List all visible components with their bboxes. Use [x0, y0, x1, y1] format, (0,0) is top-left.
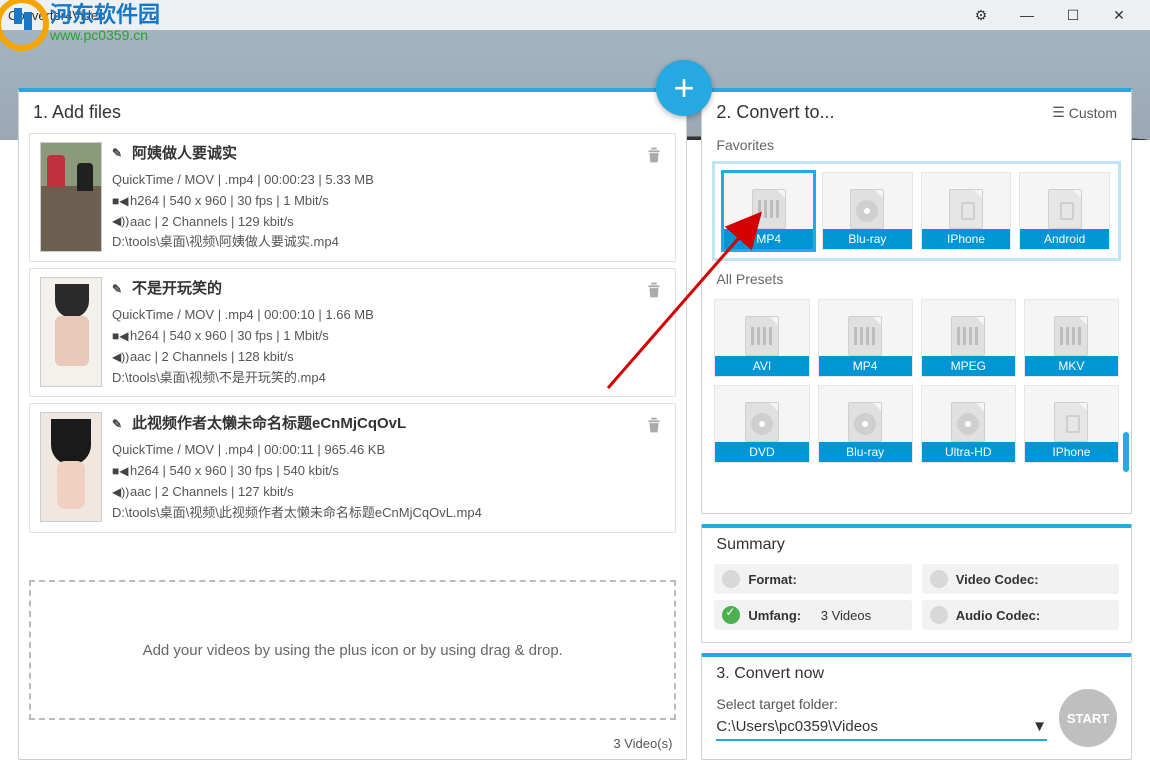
video-thumbnail	[40, 277, 102, 387]
edit-icon[interactable]: ✎	[112, 144, 126, 163]
settings-button[interactable]: ⚙	[958, 0, 1004, 30]
audio-icon: ◀))	[112, 348, 126, 367]
disc-icon	[848, 402, 882, 442]
video-icon: ■◀	[112, 327, 126, 346]
disc-icon	[951, 402, 985, 442]
custom-preset-button[interactable]: ☰Custom	[1052, 104, 1117, 121]
preset-android[interactable]: Android	[1019, 172, 1110, 250]
file-icon	[848, 316, 882, 356]
file-meta: QuickTime / MOV | .mp4 | 00:00:10 | 1.66…	[112, 305, 665, 326]
phone-icon	[1054, 402, 1088, 442]
file-audio: aac | 2 Channels | 129 kbit/s	[130, 212, 294, 233]
chevron-down-icon: ▼	[1032, 718, 1047, 735]
file-audio: aac | 2 Channels | 128 kbit/s	[130, 347, 294, 368]
preset-bluray[interactable]: Blu-ray	[818, 385, 913, 463]
maximize-button[interactable]: ☐	[1050, 0, 1096, 30]
summary-vcodec: Video Codec:	[922, 564, 1119, 594]
preset-mp4[interactable]: MP4	[818, 299, 913, 377]
file-path: D:\tools\桌面\视频\不是开玩笑的.mp4	[112, 368, 665, 389]
file-video: h264 | 540 x 960 | 30 fps | 1 Mbit/s	[130, 191, 329, 212]
phone-icon	[1048, 189, 1082, 229]
edit-icon[interactable]: ✎	[112, 415, 126, 434]
audio-icon: ◀))	[112, 212, 126, 231]
favorites-label: Favorites	[702, 133, 1131, 161]
list-icon: ☰	[1052, 104, 1065, 121]
window-title: Converter4Video	[8, 8, 958, 23]
file-video: h264 | 540 x 960 | 30 fps | 1 Mbit/s	[130, 326, 329, 347]
target-folder-label: Select target folder:	[716, 696, 1047, 712]
file-path: D:\tools\桌面\视频\此视频作者太懒未命名标题eCnMjCqOvL.mp…	[112, 503, 665, 524]
preset-iphone[interactable]: IPhone	[1024, 385, 1119, 463]
all-presets-grid: AVI MP4 MPEG MKV DVD Blu-ray Ultra-HD IP…	[702, 295, 1131, 473]
convert-now-panel: 3. Convert now Select target folder: C:\…	[701, 653, 1132, 760]
convert-to-panel: 2. Convert to... ☰Custom Favorites MP4 B…	[701, 88, 1132, 514]
delete-button[interactable]	[643, 414, 665, 436]
video-thumbnail	[40, 412, 102, 522]
minimize-button[interactable]: —	[1004, 0, 1050, 30]
preset-mpeg[interactable]: MPEG	[921, 299, 1016, 377]
video-icon: ■◀	[112, 192, 126, 211]
scrollbar[interactable]	[1123, 432, 1129, 472]
file-list: ✎ 阿姨做人要诚实 QuickTime / MOV | .mp4 | 00:00:…	[19, 133, 686, 572]
edit-icon[interactable]: ✎	[112, 280, 126, 299]
file-meta: QuickTime / MOV | .mp4 | 00:00:11 | 965.…	[112, 440, 665, 461]
gear-icon: ⚙	[975, 7, 988, 24]
summary-title: Summary	[716, 536, 784, 554]
window-titlebar: Converter4Video ⚙ — ☐ ✕	[0, 0, 1150, 30]
add-files-panel: 1. Add files ✎ 阿姨做人要诚实 QuickTime / MOV | …	[18, 88, 687, 760]
delete-button[interactable]	[643, 144, 665, 166]
close-button[interactable]: ✕	[1096, 0, 1142, 30]
summary-format: Format:	[714, 564, 911, 594]
preset-ultrahd[interactable]: Ultra-HD	[921, 385, 1016, 463]
file-icon	[752, 189, 786, 229]
disc-icon	[850, 189, 884, 229]
status-dot-ok	[722, 606, 740, 624]
all-presets-label: All Presets	[702, 267, 1131, 295]
delete-button[interactable]	[643, 279, 665, 301]
add-file-button[interactable]: +	[656, 60, 712, 116]
file-name: 阿姨做人要诚实	[132, 142, 237, 166]
preset-mp4[interactable]: MP4	[723, 172, 814, 250]
phone-icon	[949, 189, 983, 229]
file-path: D:\tools\桌面\视频\阿姨做人要诚实.mp4	[112, 232, 665, 253]
summary-acodec: Audio Codec:	[922, 600, 1119, 630]
add-files-title: 1. Add files	[19, 92, 686, 133]
file-icon	[951, 316, 985, 356]
status-dot	[722, 570, 740, 588]
preset-iphone[interactable]: IPhone	[921, 172, 1012, 250]
summary-panel: Summary Format: Video Codec: Umfang: 3 V…	[701, 524, 1132, 643]
convert-to-title: 2. Convert to...	[716, 102, 834, 123]
file-item[interactable]: ✎ 不是开玩笑的 QuickTime / MOV | .mp4 | 00:00:1…	[29, 268, 676, 397]
video-count: 3 Video(s)	[19, 728, 686, 759]
file-name: 此视频作者太懒未命名标题eCnMjCqOvL	[132, 412, 406, 436]
file-audio: aac | 2 Channels | 127 kbit/s	[130, 482, 294, 503]
file-name: 不是开玩笑的	[132, 277, 222, 301]
file-item[interactable]: ✎ 阿姨做人要诚实 QuickTime / MOV | .mp4 | 00:00:…	[29, 133, 676, 262]
preset-mkv[interactable]: MKV	[1024, 299, 1119, 377]
preset-avi[interactable]: AVI	[714, 299, 809, 377]
audio-icon: ◀))	[112, 483, 126, 502]
file-video: h264 | 540 x 960 | 30 fps | 540 kbit/s	[130, 461, 339, 482]
video-icon: ■◀	[112, 462, 126, 481]
plus-icon: +	[673, 67, 694, 109]
file-meta: QuickTime / MOV | .mp4 | 00:00:23 | 5.33…	[112, 170, 665, 191]
file-icon	[745, 316, 779, 356]
summary-umfang: Umfang: 3 Videos	[714, 600, 911, 630]
video-thumbnail	[40, 142, 102, 252]
close-icon: ✕	[1113, 7, 1125, 24]
drop-zone[interactable]: Add your videos by using the plus icon o…	[29, 580, 676, 720]
convert-now-title: 3. Convert now	[716, 665, 824, 683]
preset-dvd[interactable]: DVD	[714, 385, 809, 463]
file-item[interactable]: ✎ 此视频作者太懒未命名标题eCnMjCqOvL QuickTime / MOV …	[29, 403, 676, 532]
preset-bluray[interactable]: Blu-ray	[822, 172, 913, 250]
disc-icon	[745, 402, 779, 442]
start-button[interactable]: START	[1059, 689, 1117, 747]
file-icon	[1054, 316, 1088, 356]
target-folder-select[interactable]: C:\Users\pc0359\Videos ▼	[716, 714, 1047, 741]
minimize-icon: —	[1020, 7, 1034, 23]
status-dot	[930, 606, 948, 624]
status-dot	[930, 570, 948, 588]
favorites-grid: MP4 Blu-ray IPhone Android	[712, 161, 1121, 261]
maximize-icon: ☐	[1067, 7, 1080, 24]
